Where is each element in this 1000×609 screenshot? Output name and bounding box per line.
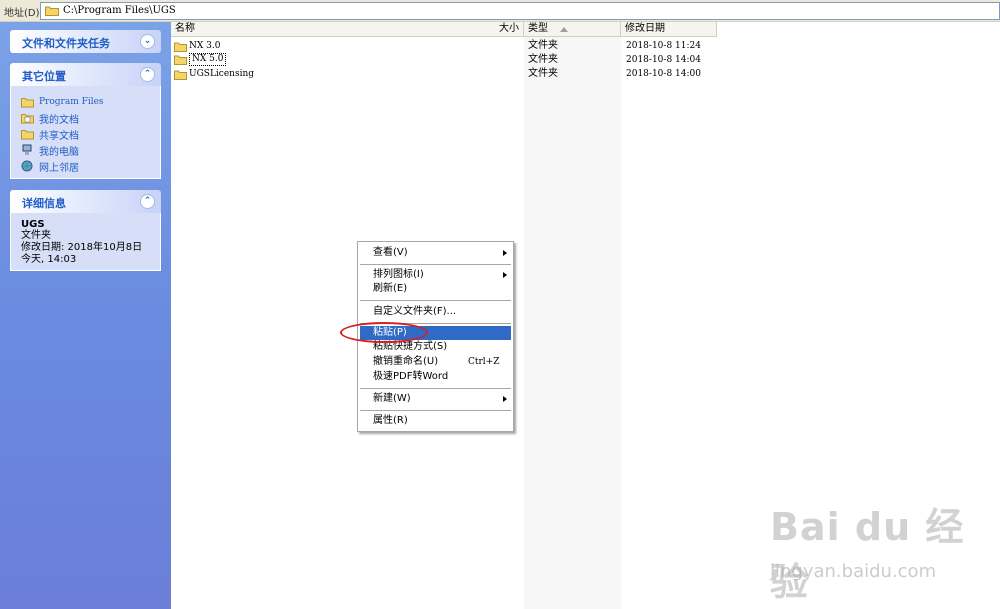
shared-folder-icon [21, 130, 34, 140]
sorted-column-shade [524, 37, 621, 609]
column-header-date[interactable]: 修改日期 [621, 22, 717, 37]
menu-item-label: 自定义文件夹(F)... [373, 306, 457, 317]
address-field[interactable]: C:\Program Files\UGS [40, 2, 1000, 20]
column-type-label: 类型 [528, 23, 548, 34]
menu-item-label: 刷新(E) [373, 283, 408, 294]
submenu-arrow-icon [503, 250, 507, 256]
menu-item-label: 查看(V) [373, 247, 408, 258]
watermark-brand: Bai du 经验 [770, 505, 965, 604]
place-label: 我的文档 [39, 114, 79, 126]
folder-icon [21, 98, 34, 108]
menu-shortcut: Ctrl+Z [468, 357, 500, 367]
computer-icon [22, 144, 32, 155]
menu-separator [360, 264, 511, 265]
detail-kind: 文件夹 [21, 230, 51, 241]
places-panel-title: 其它位置 [22, 70, 66, 83]
chevron-up-icon[interactable]: ⌃ [140, 194, 155, 209]
place-my-computer[interactable]: 我的电脑 [21, 142, 150, 158]
folder-icon [174, 55, 187, 65]
place-my-documents[interactable]: 我的文档 [21, 110, 150, 126]
file-date: 2018-10-8 14:00 [626, 69, 701, 79]
places-panel-header[interactable]: 其它位置 ⌃ [10, 63, 161, 86]
menu-item-customize[interactable]: 自定义文件夹(F)... [360, 305, 511, 319]
watermark-site: jingyan.baidu.com [770, 561, 937, 582]
column-date-label: 修改日期 [625, 23, 665, 34]
menu-item-properties[interactable]: 属性(R) [360, 414, 511, 428]
file-row[interactable]: NX 5.0 文件夹 2018-10-8 14:04 [171, 53, 1000, 67]
column-size-label: 大小 [499, 23, 519, 34]
menu-item-refresh[interactable]: 刷新(E) [360, 282, 511, 296]
column-name-label: 名称 [175, 23, 195, 34]
details-panel-title: 详细信息 [22, 197, 66, 210]
details-panel-header[interactable]: 详细信息 ⌃ [10, 190, 161, 213]
file-name: NX 3.0 [189, 41, 221, 51]
chevron-up-icon[interactable]: ⌃ [140, 67, 155, 82]
file-date: 2018-10-8 11:24 [626, 41, 701, 51]
folder-icon [174, 70, 187, 80]
detail-today: 今天, 14:03 [21, 254, 77, 265]
submenu-arrow-icon [503, 272, 507, 278]
place-shared-documents[interactable]: 共享文档 [21, 126, 150, 142]
details-body: UGS 文件夹 修改日期: 2018年10月8日 今天, 14:03 [10, 213, 161, 271]
file-type: 文件夹 [528, 40, 558, 51]
place-label: Program Files [39, 97, 104, 107]
menu-separator [360, 388, 511, 389]
menu-item-view[interactable]: 查看(V) [360, 246, 511, 260]
submenu-arrow-icon [503, 396, 507, 402]
place-program-files[interactable]: Program Files [21, 94, 150, 110]
menu-item-label: 极速PDF转Word [373, 371, 449, 382]
place-network[interactable]: 网上邻居 [21, 158, 150, 174]
tasks-panel-header[interactable]: 文件和文件夹任务 ⌄ [10, 30, 161, 53]
menu-item-label: 属性(R) [373, 415, 408, 426]
place-label: 共享文档 [39, 130, 79, 142]
menu-item-label: 排列图标(I) [373, 269, 424, 280]
network-icon [21, 160, 33, 172]
file-name: NX 5.0 [189, 53, 227, 66]
place-label: 网上邻居 [39, 162, 79, 174]
menu-item-undo-rename[interactable]: 撤销重命名(U) Ctrl+Z [360, 355, 511, 369]
file-date: 2018-10-8 14:04 [626, 55, 701, 65]
file-type: 文件夹 [528, 68, 558, 79]
address-path: C:\Program Files\UGS [63, 5, 176, 16]
file-row[interactable]: NX 3.0 文件夹 2018-10-8 11:24 [171, 39, 1000, 53]
details-panel: 详细信息 ⌃ UGS 文件夹 修改日期: 2018年10月8日 今天, 14:0… [10, 190, 161, 271]
chevron-down-icon[interactable]: ⌄ [140, 34, 155, 49]
address-label: 地址(D) [4, 8, 40, 19]
place-label: 我的电脑 [39, 146, 79, 158]
menu-item-label: 撤销重命名(U) [373, 356, 439, 367]
folder-icon [174, 42, 187, 52]
tasks-panel: 文件和文件夹任务 ⌄ [10, 30, 161, 53]
annotation-ellipse [340, 322, 428, 343]
watermark: Bai du 经验 jingyan.baidu.com [770, 496, 990, 604]
file-type: 文件夹 [528, 54, 558, 65]
detail-name: UGS [21, 219, 45, 230]
places-panel: 其它位置 ⌃ Program Files 我的文档 共享文档 我的电脑 网上邻居 [10, 63, 161, 179]
menu-separator [360, 410, 511, 411]
file-row[interactable]: UGSLicensing 文件夹 2018-10-8 14:00 [171, 67, 1000, 81]
tasks-panel-title: 文件和文件夹任务 [22, 37, 110, 50]
column-header-type[interactable]: 类型 [524, 22, 621, 37]
sort-ascending-icon [560, 27, 568, 32]
folder-icon [45, 6, 59, 16]
address-bar: 地址(D) C:\Program Files\UGS [0, 0, 1000, 22]
places-list: Program Files 我的文档 共享文档 我的电脑 网上邻居 [10, 86, 161, 179]
menu-item-new[interactable]: 新建(W) [360, 392, 511, 406]
menu-item-arrange[interactable]: 排列图标(I) [360, 268, 511, 282]
file-name: UGSLicensing [189, 69, 255, 79]
menu-item-pdf-to-word[interactable]: 极速PDF转Word [360, 370, 511, 384]
my-documents-icon [21, 114, 34, 124]
detail-modified: 修改日期: 2018年10月8日 [21, 242, 143, 253]
task-pane: 文件和文件夹任务 ⌄ 其它位置 ⌃ Program Files 我的文档 共享文… [0, 22, 171, 609]
column-header-name[interactable]: 名称 大小 [171, 22, 524, 37]
menu-item-label: 新建(W) [373, 393, 411, 404]
menu-separator [360, 300, 511, 301]
